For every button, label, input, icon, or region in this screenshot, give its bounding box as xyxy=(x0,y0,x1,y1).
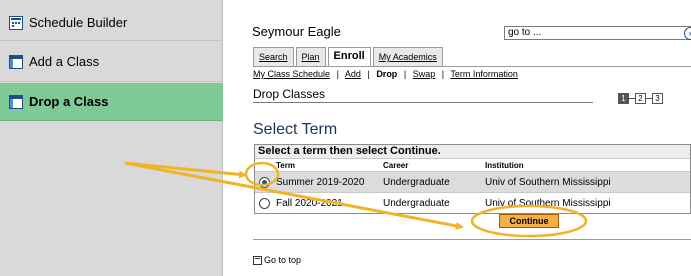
goto-select[interactable]: go to ... ⌄ xyxy=(504,26,691,40)
header-term: Term xyxy=(276,160,295,170)
main-content: Seymour Eagle go to ... ⌄ » Search Plan … xyxy=(224,0,691,276)
section-title: Select Term xyxy=(253,121,338,138)
subtab-my-class-schedule[interactable]: My Class Schedule xyxy=(253,69,330,79)
subtab-add[interactable]: Add xyxy=(345,69,361,79)
term-cell: Fall 2020-2021 xyxy=(276,197,343,209)
window-icon xyxy=(9,94,23,109)
term-radio[interactable] xyxy=(259,193,273,213)
goto-select-value: go to ... xyxy=(508,27,542,38)
sub-tab-bar: My Class Schedule | Add | Drop | Swap | … xyxy=(253,66,691,80)
term-grid: Select a term then select Continue. Term… xyxy=(254,144,691,214)
step-1: 1 xyxy=(618,93,629,104)
subtab-term-information[interactable]: Term Information xyxy=(450,69,518,79)
tab-my-academics[interactable]: My Academics xyxy=(372,47,443,66)
grid-header-row: Term Career Institution xyxy=(255,158,690,171)
go-to-top-label: Go to top xyxy=(264,255,302,265)
table-row[interactable]: Fall 2020-2021 Undergraduate Univ of Sou… xyxy=(255,192,690,213)
table-row[interactable]: Summer 2019-2020 Undergraduate Univ of S… xyxy=(255,171,690,192)
header-institution: Institution xyxy=(485,160,524,170)
step-2: 2 xyxy=(635,93,646,104)
subtab-drop[interactable]: Drop xyxy=(376,69,397,79)
subtab-separator: | xyxy=(336,69,339,79)
nav-item-drop-a-class[interactable]: Drop a Class xyxy=(0,83,223,121)
title-underline xyxy=(253,102,593,103)
step-3: 3 xyxy=(652,93,663,104)
tab-enroll[interactable]: Enroll xyxy=(327,47,371,67)
nav-item-schedule-builder[interactable]: Schedule Builder xyxy=(0,5,223,41)
nav-item-add-a-class[interactable]: Add a Class xyxy=(0,42,223,82)
career-cell: Undergraduate xyxy=(383,176,450,188)
radio-checked[interactable] xyxy=(259,176,270,188)
grid-caption: Select a term then select Continue. xyxy=(255,145,690,158)
user-name: Seymour Eagle xyxy=(252,24,341,39)
tab-bar: Search Plan Enroll My Academics xyxy=(253,47,445,67)
term-cell: Summer 2019-2020 xyxy=(276,176,365,188)
step-indicator: 1 2 3 xyxy=(618,93,663,104)
left-nav: Schedule Builder Add a Class Drop a Clas… xyxy=(0,0,223,276)
divider xyxy=(253,239,691,240)
arrow-up-icon xyxy=(253,255,262,265)
nav-item-label: Drop a Class xyxy=(29,94,109,109)
continue-button[interactable]: Continue xyxy=(499,214,559,228)
career-cell: Undergraduate xyxy=(383,197,450,209)
subtab-swap[interactable]: Swap xyxy=(413,69,436,79)
subtab-separator: | xyxy=(403,69,407,79)
nav-item-label: Add a Class xyxy=(29,54,100,69)
institution-cell: Univ of Southern Mississippi xyxy=(485,197,611,209)
subtab-separator: | xyxy=(441,69,445,79)
header-career: Career xyxy=(383,160,409,170)
term-radio[interactable] xyxy=(259,172,273,192)
goto-button[interactable]: » xyxy=(684,27,691,40)
tab-search[interactable]: Search xyxy=(253,47,294,66)
calendar-icon xyxy=(9,15,23,30)
go-to-top-link[interactable]: Go to top xyxy=(253,255,301,265)
window-icon xyxy=(9,54,23,69)
institution-cell: Univ of Southern Mississippi xyxy=(485,176,611,188)
tab-plan[interactable]: Plan xyxy=(295,47,326,66)
page-title: Drop Classes xyxy=(253,87,326,101)
nav-item-label: Schedule Builder xyxy=(29,15,128,30)
subtab-separator: | xyxy=(367,69,370,79)
radio-unchecked[interactable] xyxy=(259,197,270,209)
